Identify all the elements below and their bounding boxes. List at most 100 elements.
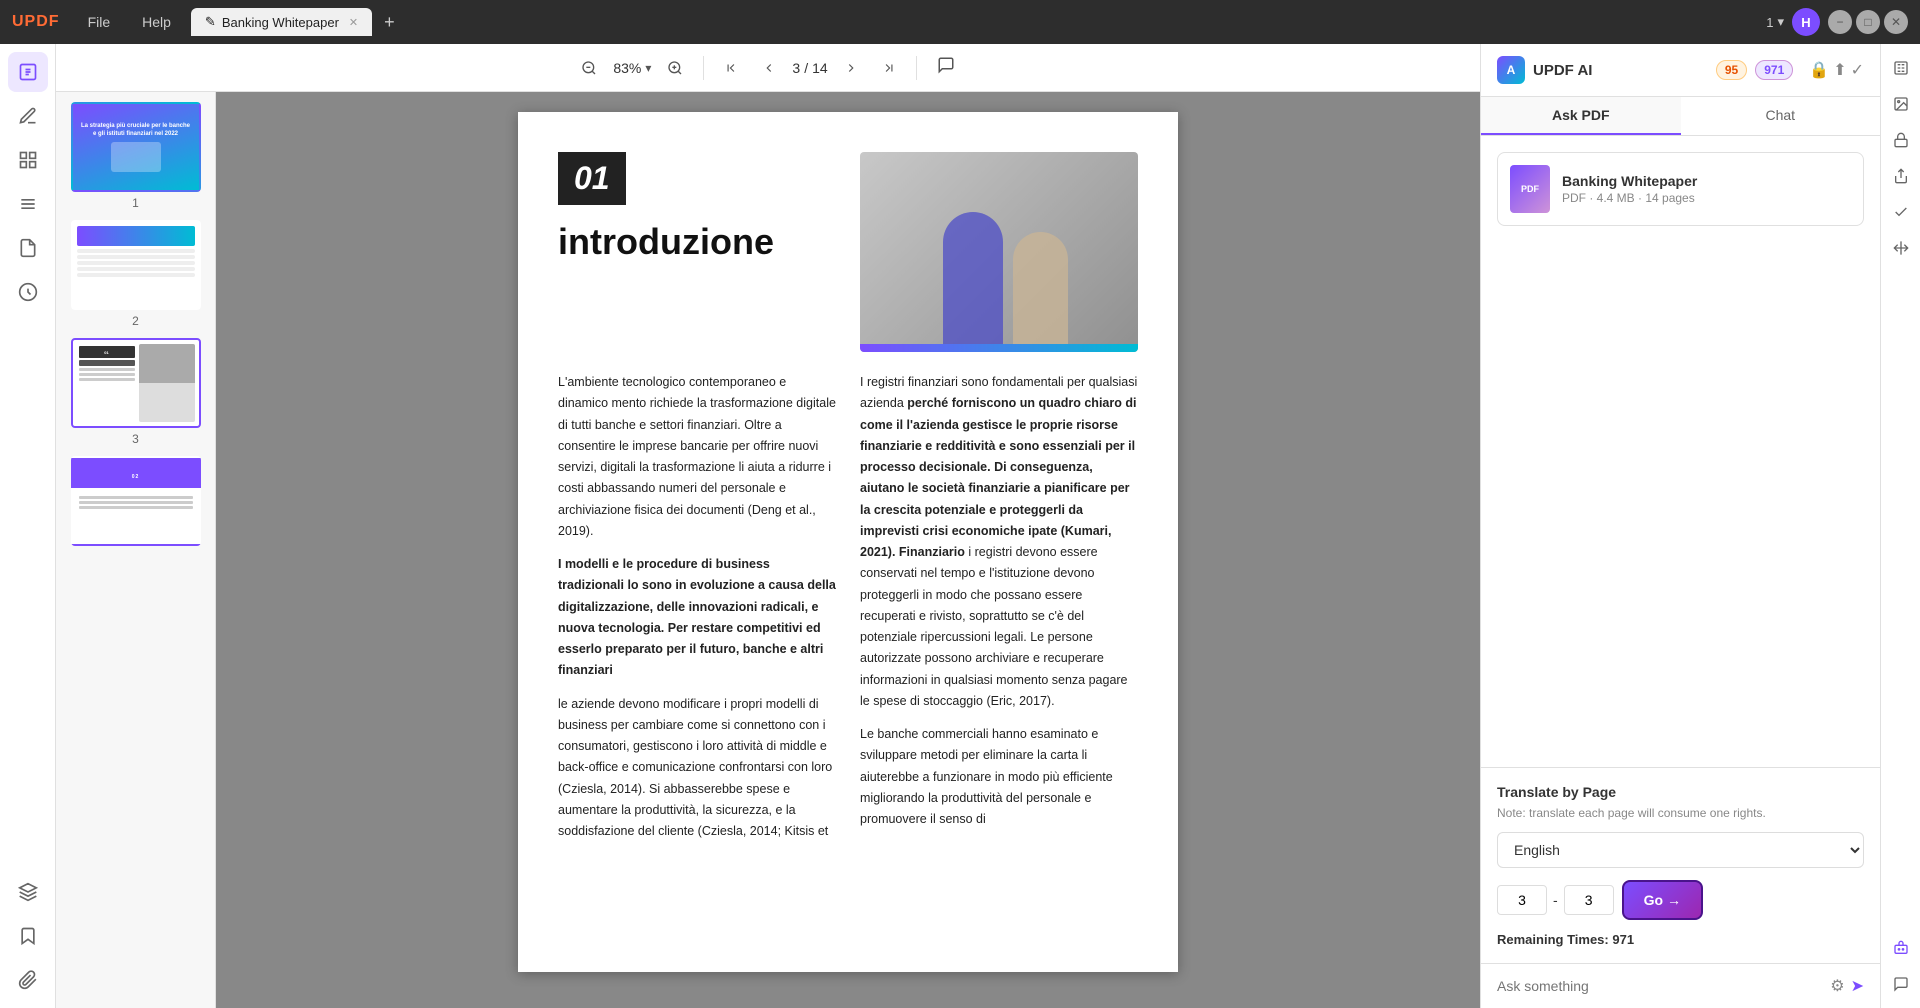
tab-label: Banking Whitepaper [222, 15, 339, 30]
sidebar-icon-edit[interactable] [8, 52, 48, 92]
zoom-in-btn[interactable] [659, 56, 691, 80]
ai-check-btn[interactable]: ✓ [1851, 60, 1864, 80]
page-to-input[interactable]: 3 [1564, 885, 1614, 915]
page-prev-btn[interactable] [754, 57, 784, 79]
page-next-btn[interactable] [836, 57, 866, 79]
tab-ask-pdf[interactable]: Ask PDF [1481, 97, 1681, 135]
edge-icon-protect[interactable] [1885, 124, 1917, 156]
right-col-text: I registri finanziari sono fondamentali … [860, 372, 1138, 854]
tab-area: ✎ Banking Whitepaper ✕ + [191, 8, 1758, 36]
sidebar-icon-convert[interactable] [8, 184, 48, 224]
toolbar-sep-2 [916, 56, 917, 80]
tab-chat[interactable]: Chat [1681, 97, 1881, 135]
zoom-out-btn[interactable] [573, 56, 605, 80]
ask-send-btn[interactable]: ➤ [1851, 976, 1864, 996]
ai-lock-btn[interactable]: 🔒 [1809, 60, 1829, 80]
comment-btn[interactable] [929, 52, 963, 83]
page-range: 3 - 3 [1497, 885, 1614, 915]
page-info: 1 ▾ [1766, 14, 1784, 30]
thumb-item-4[interactable]: 02 [64, 456, 207, 550]
file-meta: PDF · 4.4 MB · 14 pages [1562, 191, 1851, 205]
thumb-item-3[interactable]: 01 3 [64, 338, 207, 446]
thumb-item-2[interactable]: 2 [64, 220, 207, 328]
user-avatar[interactable]: H [1792, 8, 1820, 36]
sidebar-icon-stamp[interactable] [8, 272, 48, 312]
tab-close-btn[interactable]: ✕ [349, 16, 358, 29]
credits-orange: 95 [1716, 60, 1747, 80]
thumb-preview-3: 01 [71, 338, 201, 428]
language-select[interactable]: English [1497, 832, 1864, 868]
ask-area: ⚙ ➤ [1481, 963, 1880, 1008]
go-translate-btn[interactable]: Go → [1622, 880, 1703, 920]
translate-section: Translate by Page Note: translate each p… [1481, 767, 1880, 963]
sidebar-icon-organize[interactable] [8, 140, 48, 180]
translate-controls: English [1497, 832, 1864, 868]
ask-icons: ⚙ ➤ [1830, 976, 1864, 996]
page-title: introduzione [558, 221, 836, 263]
edge-icon-compress[interactable] [1885, 232, 1917, 264]
ask-settings-btn[interactable]: ⚙ [1830, 976, 1844, 996]
file-menu[interactable]: File [76, 10, 123, 34]
ai-panel-header: A UPDF AI 95 971 🔒 ⬆ ✓ [1481, 44, 1880, 97]
pdf-page: 01 introduzione [518, 112, 1178, 972]
translate-title: Translate by Page [1497, 784, 1864, 800]
zoom-dropdown-icon[interactable]: ▾ [645, 61, 651, 75]
thumb-num-1: 1 [132, 196, 139, 210]
page-current: 3 [792, 60, 800, 76]
ai-logo: A [1497, 56, 1525, 84]
file-info-card: PDF Banking Whitepaper PDF · 4.4 MB · 14… [1497, 152, 1864, 226]
thumb-item-1[interactable]: La strategia più cruciale per le banche … [64, 102, 207, 210]
file-type-icon: PDF [1510, 165, 1550, 213]
edge-icon-ocr[interactable] [1885, 52, 1917, 84]
content-area: 83% ▾ 3 / 14 [56, 44, 1480, 1008]
toolbar-sep-1 [703, 56, 704, 80]
page-nav-group: 3 / 14 [792, 60, 827, 76]
close-btn[interactable]: ✕ [1884, 10, 1908, 34]
page-from-input[interactable]: 3 [1497, 885, 1547, 915]
thumbnail-panel: La strategia più cruciale per le banche … [56, 92, 216, 1008]
sidebar-icon-bookmark[interactable] [8, 916, 48, 956]
add-tab-btn[interactable]: + [376, 12, 403, 33]
edge-icon-image[interactable] [1885, 88, 1917, 120]
thumb-preview-1: La strategia più cruciale per le banche … [71, 102, 201, 192]
translate-note: Note: translate each page will consume o… [1497, 806, 1864, 820]
page-first-btn[interactable] [716, 57, 746, 79]
window-controls: − □ ✕ [1828, 10, 1908, 34]
sidebar-icon-layers[interactable] [8, 872, 48, 912]
sidebar-icon-tools[interactable] [8, 228, 48, 268]
page-total: 14 [812, 60, 828, 76]
edge-icon-share[interactable] [1885, 160, 1917, 192]
ai-panel: A UPDF AI 95 971 🔒 ⬆ ✓ Ask PDF Chat PDF [1480, 44, 1880, 1008]
page-last-btn[interactable] [874, 57, 904, 79]
edge-icon-comment-side[interactable] [1885, 968, 1917, 1000]
thumb-num-3: 3 [132, 432, 139, 446]
two-col-content: L'ambiente tecnologico contemporaneo e d… [558, 372, 1138, 854]
sidebar-icon-annotate[interactable] [8, 96, 48, 136]
left-sidebar [0, 44, 56, 1008]
ai-export-btn[interactable]: ⬆ [1833, 60, 1846, 80]
minimize-btn[interactable]: − [1828, 10, 1852, 34]
thumb-preview-4: 02 [71, 456, 201, 546]
toolbar: 83% ▾ 3 / 14 [56, 44, 1480, 92]
zoom-value: 83% [613, 60, 641, 76]
page-number-box: 01 [558, 152, 626, 205]
edge-icon-bot[interactable] [1885, 932, 1917, 964]
app-logo: UPDF [12, 13, 60, 31]
sidebar-icon-attachment[interactable] [8, 960, 48, 1000]
ask-input[interactable] [1497, 978, 1822, 994]
ai-header-right: 95 971 [1716, 60, 1793, 80]
zoom-display: 83% ▾ [613, 60, 651, 76]
edge-icon-sign[interactable] [1885, 196, 1917, 228]
ai-tabs: Ask PDF Chat [1481, 97, 1880, 136]
help-menu[interactable]: Help [130, 10, 183, 34]
titlebar: UPDF File Help ✎ Banking Whitepaper ✕ + … [0, 0, 1920, 44]
ai-panel-title: UPDF AI [1533, 62, 1592, 79]
page-canvas: 01 introduzione [216, 92, 1480, 1008]
maximize-btn[interactable]: □ [1856, 10, 1880, 34]
credits-purple: 971 [1755, 60, 1793, 80]
remaining-times: Remaining Times: 971 [1497, 932, 1864, 947]
doc-view: La strategia più cruciale per le banche … [56, 92, 1480, 1008]
thumb-num-2: 2 [132, 314, 139, 328]
file-details: Banking Whitepaper PDF · 4.4 MB · 14 pag… [1562, 173, 1851, 205]
active-tab[interactable]: ✎ Banking Whitepaper ✕ [191, 8, 372, 36]
